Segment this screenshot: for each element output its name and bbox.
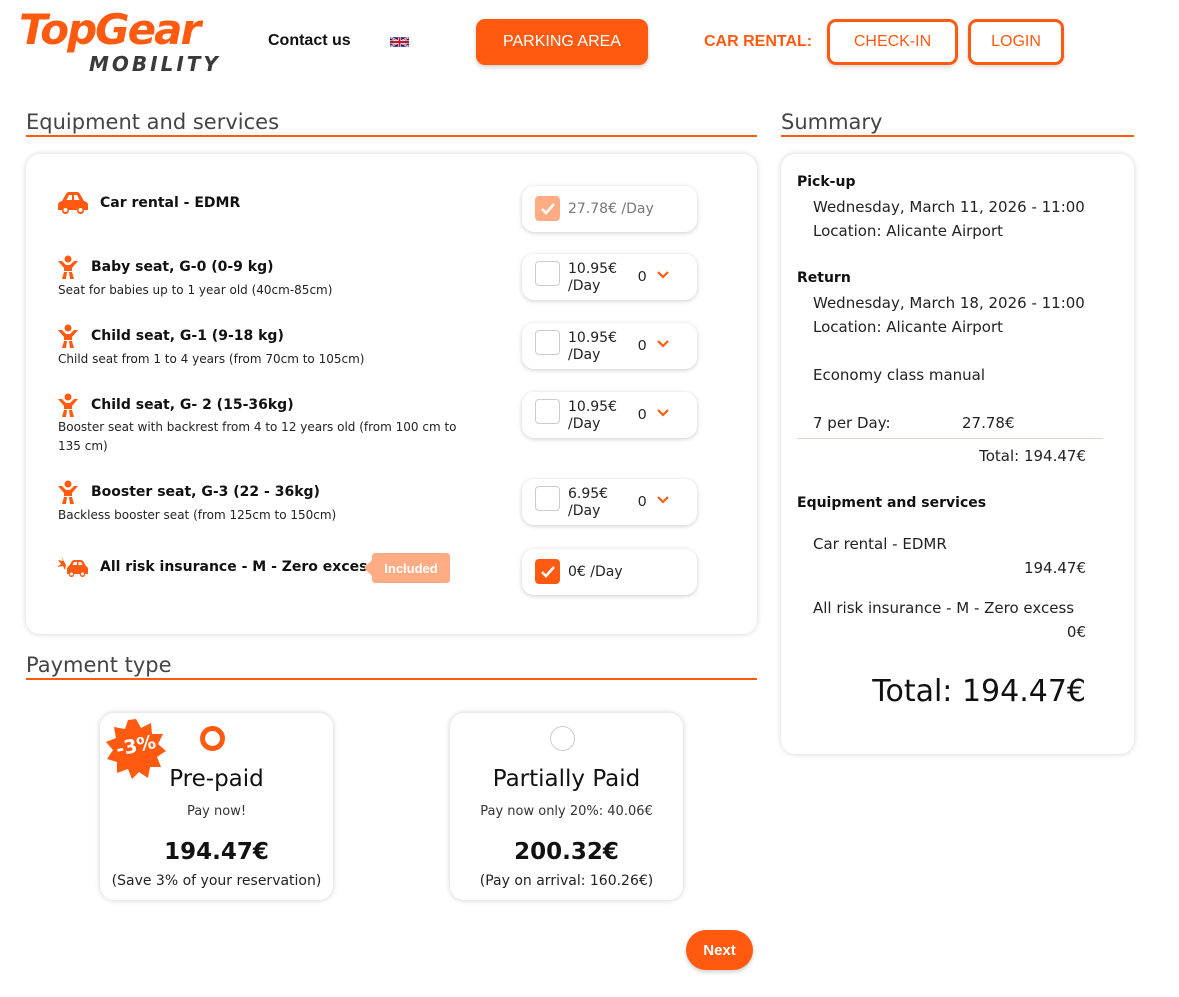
pickup-label: Pick-up (797, 174, 856, 190)
partial-title: Partially Paid (492, 766, 641, 792)
equipment-section-title: Equipment and services (26, 110, 757, 137)
car-subtotal: Total: 194.47€ (979, 447, 1086, 465)
payment-option-partial[interactable]: Partially Paid Pay now only 20%: 40.06€ … (450, 713, 683, 900)
return-label: Return (797, 270, 851, 286)
booster-seat-price-unit: /Day (568, 503, 601, 519)
summary-grand-total: Total: 194.47€ (872, 674, 1086, 709)
car-rental-checkbox[interactable] (535, 196, 560, 221)
child-seat-icon (58, 393, 78, 417)
summary-equipment-label: Equipment and services (797, 495, 987, 511)
prepaid-subtitle: Pay now! (186, 804, 247, 819)
booster-seat-quantity-select[interactable]: 0 (638, 493, 646, 510)
booster-seat-price: 6.95€/Day (568, 486, 608, 520)
check-icon (541, 566, 555, 578)
child-seat-g2-checkbox[interactable] (535, 399, 560, 424)
chevron-down-icon[interactable] (657, 271, 669, 279)
child-seat-g1-price-box: 10.95€/Day 0 (522, 323, 697, 369)
child-seat-icon (58, 480, 78, 504)
summary-line-car-rental-value: 194.47€ (1023, 559, 1086, 577)
contact-us-link[interactable]: Contact us (268, 32, 351, 50)
check-in-button[interactable]: CHECK-IN (827, 19, 958, 65)
chevron-down-icon[interactable] (657, 340, 669, 348)
pickup-date: Wednesday, March 11, 2026 - 11:00 (813, 198, 1085, 216)
baby-seat-price-box: 10.95€/Day 0 (522, 254, 697, 300)
child-seat-g2-quantity-select[interactable]: 0 (638, 406, 646, 423)
child-seat-g2-item-desc: Booster seat with backrest from 4 to 12 … (58, 420, 457, 453)
insurance-price: 0€ /Day (568, 564, 623, 580)
child-seat-g1-item-desc: Child seat from 1 to 4 years (from 70cm … (58, 352, 365, 366)
child-seat-g2-price-box: 10.95€/Day 0 (522, 392, 697, 438)
child-seat-g1-price-unit: /Day (568, 347, 601, 363)
chevron-down-icon[interactable] (657, 496, 669, 504)
car-crash-icon (57, 556, 88, 577)
baby-seat-price-amount: 10.95€ (568, 261, 617, 277)
uk-flag-icon[interactable] (390, 36, 409, 48)
child-seat-g1-quantity-select[interactable]: 0 (638, 337, 646, 354)
prepaid-amount: 194.47€ (164, 839, 269, 865)
baby-seat-item-title: Baby seat, G-0 (0-9 kg) (91, 259, 274, 275)
booster-seat-item-desc: Backless booster seat (from 125cm to 150… (58, 508, 337, 522)
per-day-value: 27.78€ (962, 414, 1015, 432)
per-day-label: 7 per Day: (813, 414, 891, 432)
child-seat-g2-item-title: Child seat, G- 2 (15-36kg) (91, 397, 294, 413)
chevron-down-icon[interactable] (657, 409, 669, 417)
baby-seat-item-desc: Seat for babies up to 1 year old (40cm-8… (58, 283, 333, 297)
booster-seat-price-box: 6.95€/Day 0 (522, 479, 697, 525)
car-class: Economy class manual (813, 366, 986, 384)
child-seat-g1-price-amount: 10.95€ (568, 330, 617, 346)
prepaid-note: (Save 3% of your reservation) (111, 873, 322, 889)
baby-seat-price-unit: /Day (568, 278, 601, 294)
logo-text-mobility: MOBILITY (89, 52, 221, 76)
included-badge-arrow (364, 560, 372, 576)
car-rental-price-box: 27.78€ /Day (522, 186, 697, 232)
logo-text-topgear: TopGear (19, 5, 201, 54)
child-seat-g1-checkbox[interactable] (535, 330, 560, 355)
child-seat-g2-price: 10.95€/Day (568, 399, 617, 433)
child-seat-g2-price-unit: /Day (568, 416, 601, 432)
prepaid-radio[interactable] (200, 726, 225, 751)
partial-note: (Pay on arrival: 160.26€) (479, 873, 654, 889)
partial-amount: 200.32€ (514, 839, 619, 865)
car-rental-price: 27.78€ /Day (568, 201, 654, 217)
child-seat-icon (58, 324, 78, 348)
booster-seat-item-title: Booster seat, G-3 (22 - 36kg) (91, 484, 320, 500)
pickup-location: Location: Alicante Airport (813, 222, 1004, 240)
summary-line-insurance-value: 0€ (1066, 623, 1086, 641)
partial-radio[interactable] (550, 726, 575, 751)
baby-seat-checkbox[interactable] (535, 261, 560, 286)
summary-line-insurance: All risk insurance - M - Zero excess (813, 599, 1075, 617)
car-rental-label: CAR RENTAL: (704, 33, 813, 50)
check-icon (541, 203, 555, 215)
insurance-item-title: All risk insurance - M - Zero excess (100, 559, 376, 575)
car-icon (58, 192, 88, 214)
partial-subtitle: Pay now only 20%: 40.06€ (480, 804, 653, 819)
car-rental-item-title: Car rental - EDMR (100, 195, 241, 211)
login-button[interactable]: LOGIN (968, 19, 1064, 65)
payment-section-title: Payment type (26, 653, 757, 680)
baby-seat-quantity-select[interactable]: 0 (638, 268, 646, 285)
discount-badge: -3% (106, 719, 166, 779)
child-seat-icon (58, 255, 78, 279)
booster-seat-checkbox[interactable] (535, 486, 560, 511)
parking-area-button[interactable]: PARKING AREA (476, 19, 648, 65)
summary-divider (797, 438, 1103, 439)
child-seat-g1-item-title: Child seat, G-1 (9-18 kg) (91, 328, 284, 344)
summary-line-car-rental: Car rental - EDMR (813, 535, 947, 553)
included-badge: Included (372, 553, 450, 583)
booster-seat-price-amount: 6.95€ (568, 486, 609, 502)
baby-seat-price: 10.95€/Day (568, 261, 617, 295)
logo[interactable]: TopGear MOBILITY (19, 8, 229, 78)
insurance-price-box: 0€ /Day (522, 549, 697, 595)
next-button[interactable]: Next (686, 930, 753, 970)
child-seat-g1-price: 10.95€/Day (568, 330, 617, 364)
insurance-checkbox[interactable] (535, 559, 560, 584)
return-date: Wednesday, March 18, 2026 - 11:00 (813, 294, 1085, 312)
child-seat-g2-price-amount: 10.95€ (568, 399, 617, 415)
return-location: Location: Alicante Airport (813, 318, 1004, 336)
summary-section-title: Summary (781, 110, 1134, 137)
